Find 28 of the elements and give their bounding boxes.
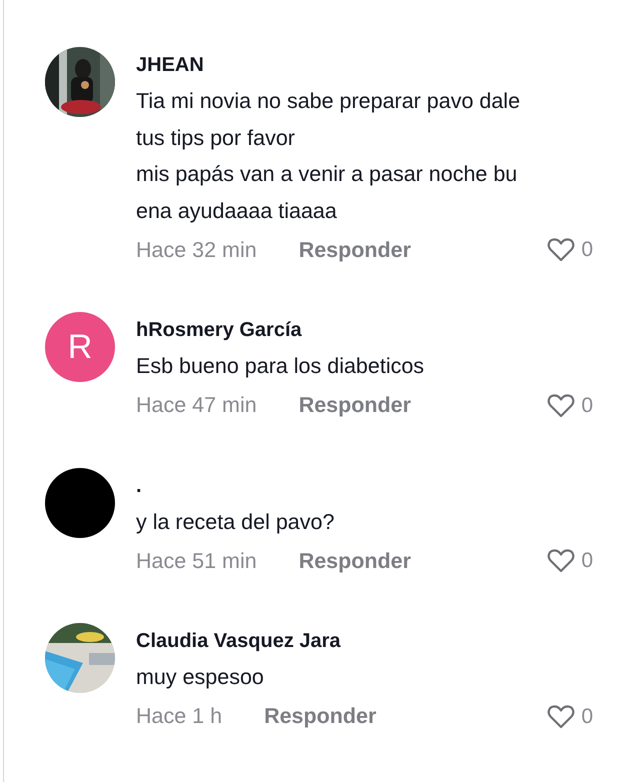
comment-text: ena ayudaaaa tiaaaa	[136, 198, 338, 224]
author-name[interactable]: Claudia Vasquez Jara	[136, 623, 593, 659]
timestamp: Hace 1 h	[136, 704, 222, 729]
comment-text: muy espesoo	[136, 664, 265, 691]
reply-link[interactable]: Responder	[264, 704, 376, 729]
author-name[interactable]: .	[136, 468, 593, 504]
heart-icon[interactable]	[547, 237, 576, 263]
timestamp: Hace 47 min	[136, 393, 257, 418]
like-count: 0	[581, 549, 593, 573]
reply-link[interactable]: Responder	[298, 238, 412, 262]
heart-icon[interactable]	[547, 704, 576, 730]
timestamp: Hace 32 min	[136, 238, 257, 262]
reply-link[interactable]: Responder	[298, 548, 412, 574]
like-count: 0	[581, 704, 593, 728]
author-name[interactable]: JHEAN	[136, 47, 593, 83]
author-name[interactable]: hRosmery García	[136, 312, 593, 348]
reply-link[interactable]: Responder	[298, 393, 412, 418]
comment-text: y la receta del pavo?	[136, 508, 336, 536]
timestamp: Hace 51 min	[136, 548, 257, 574]
avatar[interactable]: R	[45, 312, 115, 382]
heart-icon[interactable]	[547, 548, 576, 574]
comment-text: mis papás van a venir a pasar noche bu	[136, 161, 518, 188]
like-count: 0	[581, 394, 593, 418]
heart-icon[interactable]	[547, 392, 576, 418]
comment-text: Tia mi novia no sabe preparar pavo dale	[136, 88, 522, 115]
like-count: 0	[581, 238, 593, 262]
comment-text: Esb bueno para los diabeticos	[136, 353, 426, 380]
comment-text: tus tips por favor	[136, 124, 296, 152]
